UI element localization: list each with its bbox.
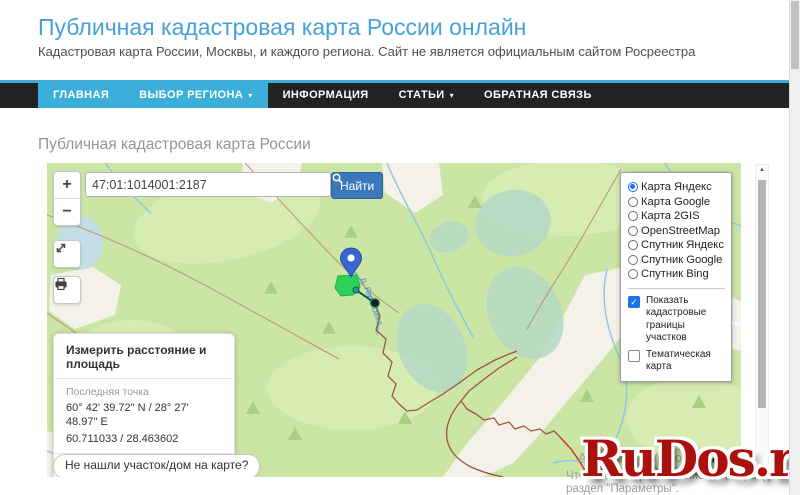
layer-option-google-sat[interactable]: Спутник Google — [628, 253, 725, 268]
checkbox-label: Тематическая карта — [646, 348, 711, 373]
search-button-label: Найти — [340, 178, 375, 193]
zoom-in-button[interactable]: + — [54, 172, 80, 198]
zoom-out-button[interactable]: − — [54, 199, 80, 225]
layer-label: Спутник Яндекс — [641, 239, 724, 252]
nav-articles-label: СТАТЬИ — [398, 89, 445, 101]
page-scrollbar-thumb[interactable] — [791, 1, 799, 69]
layer-option-yandex-sat[interactable]: Спутник Яндекс — [628, 238, 725, 253]
radio-icon — [628, 196, 638, 207]
chevron-down-icon: ▾ — [248, 91, 253, 100]
divider — [54, 378, 234, 379]
radio-icon — [628, 225, 638, 236]
radio-icon — [628, 211, 638, 222]
measure-title: Измерить расстояние и площадь — [66, 343, 207, 371]
search-input[interactable] — [85, 172, 331, 197]
fullscreen-button[interactable] — [53, 240, 81, 268]
layer-label: Спутник Bing — [641, 268, 709, 281]
radio-icon — [628, 254, 638, 265]
expand-icon — [56, 243, 66, 253]
chevron-down-icon: ▾ — [449, 91, 455, 100]
widget-scrollbar[interactable]: ▲ — [755, 164, 769, 474]
nav-item-info[interactable]: ИНФОРМАЦИЯ — [268, 83, 384, 108]
radio-icon — [628, 269, 638, 280]
map-section-heading: Публичная кадастровая карта России — [38, 136, 311, 153]
nav-feedback-label: ОБРАТНАЯ СВЯЗЬ — [484, 89, 592, 101]
nav-item-feedback[interactable]: ОБРАТНАЯ СВЯЗЬ — [469, 83, 607, 108]
radio-icon — [628, 240, 638, 251]
radio-selected-icon — [628, 182, 638, 193]
page-scrollbar[interactable] — [789, 0, 800, 495]
layer-option-bing-sat[interactable]: Спутник Bing — [628, 267, 725, 282]
layer-label: Спутник Google — [641, 253, 723, 266]
zoom-control: + − — [53, 171, 81, 226]
nav-item-region[interactable]: ВЫБОР РЕГИОНА ▾ — [124, 83, 268, 108]
layer-option-google-map[interactable]: Карта Google — [628, 195, 725, 210]
not-found-button[interactable]: Не нашли участок/дом на карте? — [53, 454, 261, 477]
layer-option-osm[interactable]: OpenStreetMap — [628, 224, 725, 239]
checkbox-icon — [628, 349, 640, 362]
coords-decimal: 60.711033 / 28.463602 — [66, 433, 179, 445]
divider — [628, 287, 725, 289]
thematic-map-checkbox[interactable]: Тематическая карта — [628, 349, 725, 374]
scroll-up-icon[interactable]: ▲ — [756, 167, 768, 173]
nav-info-label: ИНФОРМАЦИЯ — [282, 89, 369, 101]
search-button[interactable]: Найти — [331, 172, 384, 199]
layer-label: OpenStreetMap — [641, 224, 720, 237]
widget-scrollbar-thumb[interactable] — [758, 180, 766, 408]
coords-dms: 60° 42' 39.72" N / 28° 27' 48.97" E — [66, 402, 189, 428]
print-button[interactable] — [53, 276, 81, 304]
layer-label: Карта 2GIS — [641, 210, 700, 223]
layer-label: Карта Google — [641, 195, 711, 208]
layers-panel: Карта Яндекс Карта Google Карта 2GIS Ope… — [620, 172, 732, 382]
layer-option-yandex-map[interactable]: Карта Яндекс — [628, 180, 725, 195]
layer-label: Карта Яндекс — [641, 181, 712, 194]
checkbox-checked-icon — [628, 295, 640, 308]
nav-item-home[interactable]: ГЛАВНАЯ — [38, 83, 125, 108]
measure-end-point[interactable] — [370, 298, 380, 308]
search-icon — [332, 173, 343, 184]
nav-region-label: ВЫБОР РЕГИОНА — [139, 89, 244, 101]
last-point-label: Последняя точка — [66, 386, 150, 398]
page-subtitle: Кадастровая карта России, Москвы, и кажд… — [38, 44, 696, 59]
cadastral-borders-checkbox[interactable]: Показать кадастровые границы участков — [628, 295, 725, 345]
measure-start-point[interactable] — [352, 286, 360, 294]
rudos-watermark: RuDos.ru — [581, 429, 800, 488]
nav-item-articles[interactable]: СТАТЬИ ▾ — [384, 83, 469, 108]
main-navbar: ГЛАВНАЯ ВЫБОР РЕГИОНА ▾ ИНФОРМАЦИЯ СТАТЬИ… — [0, 80, 789, 108]
layer-option-2gis-map[interactable]: Карта 2GIS — [628, 209, 725, 224]
nav-home-label: ГЛАВНАЯ — [53, 89, 110, 101]
checkbox-label: Показать кадастровые границы участков — [646, 294, 707, 344]
page-title: Публичная кадастровая карта России онлай… — [38, 14, 527, 40]
printer-icon — [55, 277, 67, 291]
